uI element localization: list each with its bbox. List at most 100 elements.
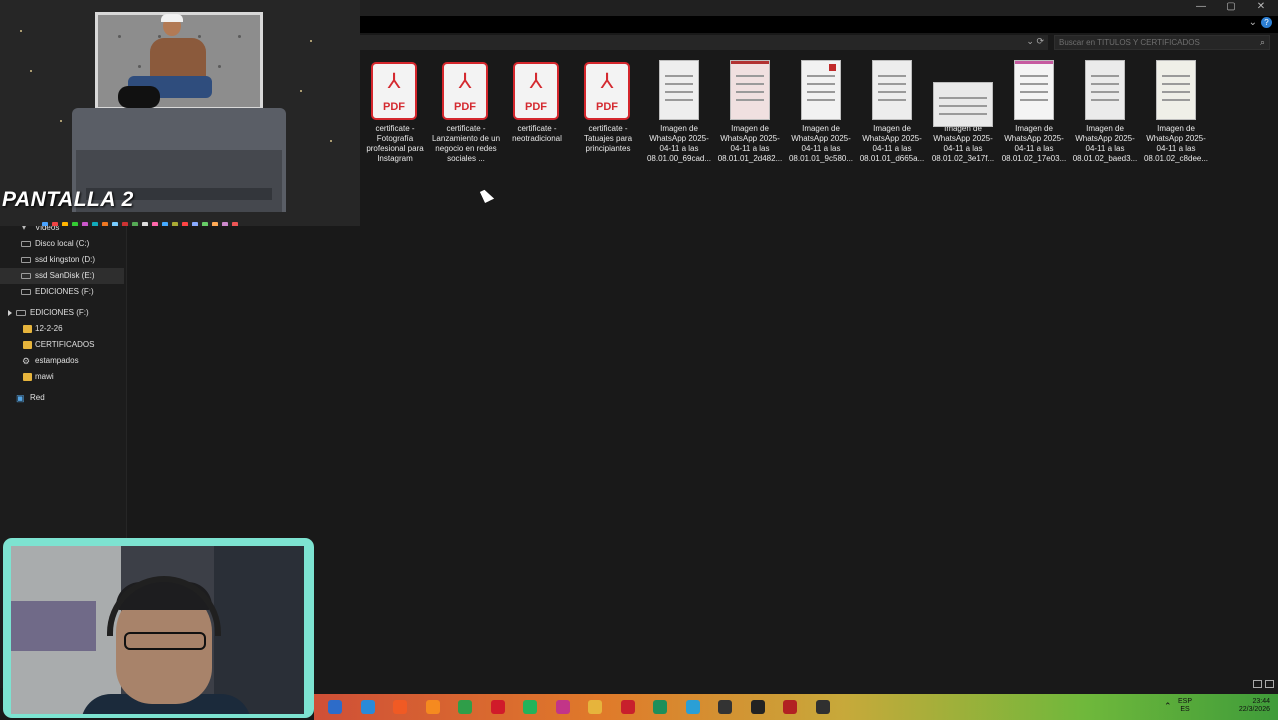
image-thumbnail — [1014, 60, 1054, 120]
edge-icon[interactable] — [360, 700, 375, 714]
file-name: certificate - Fotografía profesional par… — [366, 124, 424, 163]
language-indicator[interactable]: ESP ES — [1178, 698, 1192, 714]
sidebar-item-certificados[interactable]: CERTIFICADOS — [0, 337, 124, 353]
search-input[interactable] — [1059, 36, 1249, 49]
sidebar-item-ssd-sandisk[interactable]: ssd SanDisk (E:) — [0, 268, 124, 284]
pdf-file-tile[interactable]: ⅄ PDF certificate - Tatuajes para principi… — [573, 60, 643, 154]
sidebar-item-12-2-26[interactable]: 12-2-26 — [0, 321, 124, 337]
telegram-icon[interactable] — [685, 700, 700, 714]
file-thumbnail: ⅄ PDF — [502, 60, 572, 124]
brave-icon[interactable] — [393, 700, 407, 714]
chevron-right-icon[interactable] — [8, 310, 12, 316]
sidebar-item-red[interactable]: ▣ Red — [0, 390, 124, 406]
tiles-view-icon[interactable] — [1265, 680, 1274, 688]
acrobat-icon: ⅄ — [600, 70, 614, 93]
mouse-cursor — [480, 187, 495, 203]
tuft — [138, 65, 141, 68]
thumbnail-text-line — [1020, 75, 1048, 77]
opera-icon[interactable] — [490, 700, 505, 714]
address-bar[interactable]: ⌄ ⟳ — [360, 35, 1048, 50]
instagram-icon[interactable] — [555, 700, 570, 714]
chevron-up-icon[interactable]: ⌃ — [1164, 701, 1172, 712]
chrome-icon[interactable] — [458, 700, 472, 714]
search-box[interactable]: ⌕ — [1054, 35, 1270, 50]
image-file-tile[interactable]: Imagen de WhatsApp 2025-04-11 a las 08.0… — [1070, 60, 1140, 164]
whatsapp-icon[interactable] — [523, 700, 537, 714]
thumbnail-text-line — [807, 99, 835, 101]
sidebar-item-ediciones-root[interactable]: EDICIONES (F:) — [0, 305, 124, 321]
refresh-icon[interactable]: ⟳ — [1036, 36, 1044, 46]
file-name: Imagen de WhatsApp 2025-04-11 a las 08.0… — [788, 124, 854, 163]
image-file-tile[interactable]: Imagen de WhatsApp 2025-04-11 a las 08.0… — [1141, 60, 1211, 164]
sidebar-item-mawi[interactable]: mawi — [0, 369, 124, 385]
language-label: ESP — [1178, 698, 1193, 705]
image-thumbnail — [872, 60, 912, 120]
file-name: certificate - Lanzamiento de un negocio … — [431, 124, 501, 163]
thumbnail-text-line — [878, 91, 906, 93]
sidebar-item-disco-local[interactable]: Disco local (C:) — [0, 236, 124, 252]
maximize-button[interactable]: ▢ — [1216, 0, 1246, 14]
image-file-tile[interactable]: Imagen de WhatsApp 2025-04-11 a las 08.0… — [715, 60, 785, 164]
stream-overlay-scene: PANTALLA 2 — [0, 0, 360, 226]
file-name: Imagen de WhatsApp 2025-04-11 a las 08.0… — [717, 124, 783, 163]
file-name: Imagen de WhatsApp 2025-04-11 a las 08.0… — [931, 124, 995, 163]
sidebar-item-ssd-kingston[interactable]: ssd kingston (D:) — [0, 252, 124, 268]
minimize-button[interactable]: — — [1186, 0, 1216, 14]
whatsapp-business-icon[interactable] — [653, 700, 667, 714]
sparkle — [60, 120, 62, 122]
system-tray: ⌃ ESP ES 23:44 22/3/2026 — [1160, 696, 1270, 718]
image-thumbnail — [659, 60, 699, 120]
expand-ribbon-icon[interactable]: ⌄ — [1249, 17, 1257, 28]
thumbnail-text-line — [665, 75, 693, 77]
folder-icon: ⚙ — [22, 356, 31, 366]
thumbnail-text-line — [1162, 83, 1190, 85]
folder-icon — [23, 325, 32, 333]
image-thumbnail — [730, 60, 770, 120]
chevron-down-icon[interactable]: ⌄ — [1026, 36, 1034, 46]
image-thumbnail — [1085, 60, 1125, 120]
address-tools: ⌄ ⟳ — [1026, 36, 1044, 47]
file-name: certificate - neotradicional — [512, 124, 562, 143]
image-file-tile[interactable]: Imagen de WhatsApp 2025-04-11 a las 08.0… — [928, 60, 998, 164]
search-icon: ⌕ — [1259, 37, 1265, 47]
pdf-file-tile[interactable]: ⅄ PDF certificate - neotradicional — [502, 60, 572, 144]
firefox-icon[interactable] — [425, 700, 440, 714]
notion-icon[interactable] — [750, 700, 765, 714]
pdf-file-tile[interactable]: ⅄ PDF certificate - Lanzamiento de un nego… — [431, 60, 501, 164]
ribbon-bar — [360, 16, 1278, 33]
pdf-file-tile[interactable]: ⅄ PDF certificate - Fotografía profesional… — [360, 60, 430, 164]
file-name: Imagen de WhatsApp 2025-04-11 a las 08.0… — [859, 124, 925, 163]
file-thumbnail: ⅄ PDF — [431, 60, 501, 124]
mini-app-icon — [102, 222, 108, 226]
sparkle — [300, 90, 302, 92]
image-file-tile[interactable]: Imagen de WhatsApp 2025-04-11 a las 08.0… — [644, 60, 714, 164]
clock[interactable]: 23:44 22/3/2026 — [1239, 698, 1270, 714]
file-thumbnail — [1141, 60, 1211, 124]
date-label: 22/3/2026 — [1238, 706, 1270, 713]
mini-app-icon — [192, 222, 198, 226]
image-file-tile[interactable]: Imagen de WhatsApp 2025-04-11 a las 08.0… — [999, 60, 1069, 164]
file-explorer-icon[interactable] — [328, 700, 342, 714]
thumbnail-text-line — [1020, 83, 1048, 85]
folder-icon[interactable] — [588, 700, 602, 714]
sidebar-item-ediciones[interactable]: EDICIONES (F:) — [0, 284, 124, 300]
app-icon[interactable] — [718, 700, 732, 714]
close-button[interactable]: ✕ — [1246, 0, 1276, 14]
details-view-icon[interactable] — [1253, 680, 1262, 688]
image-file-tile[interactable]: Imagen de WhatsApp 2025-04-11 a las 08.0… — [857, 60, 927, 164]
acrobat-icon: ⅄ — [387, 70, 401, 93]
sidebar-item-estampados[interactable]: ⚙ estampados — [0, 353, 124, 369]
thumbnail-banner — [1015, 61, 1053, 64]
mini-app-icon — [82, 222, 88, 226]
app-icon[interactable] — [783, 700, 797, 714]
mini-app-icon — [72, 222, 78, 226]
webcam-shelf — [11, 601, 96, 651]
image-file-tile[interactable]: Imagen de WhatsApp 2025-04-11 a las 08.0… — [786, 60, 856, 164]
obs-icon[interactable] — [815, 700, 830, 714]
help-icon[interactable]: ? — [1261, 17, 1272, 28]
mini-app-icon — [42, 222, 48, 226]
time-label: 23:44 — [1252, 698, 1270, 705]
sidebar-item-label: CERTIFICADOS — [35, 340, 95, 349]
thumbnail-text-line — [736, 83, 764, 85]
pinterest-icon[interactable] — [620, 700, 635, 714]
